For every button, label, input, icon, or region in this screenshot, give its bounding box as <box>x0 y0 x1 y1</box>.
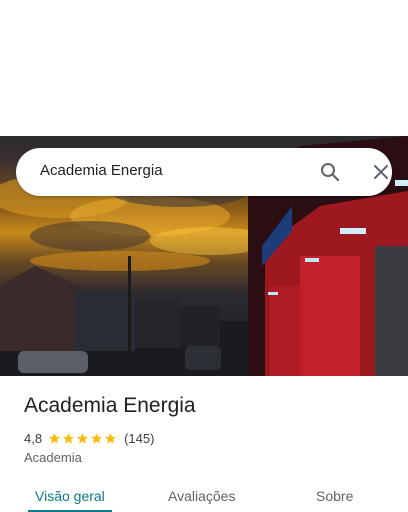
tab-about[interactable]: Sobre <box>316 488 353 504</box>
star-icon <box>63 432 74 444</box>
close-icon[interactable] <box>369 160 393 184</box>
search-input[interactable]: Academia Energia <box>40 162 163 179</box>
search-icon[interactable] <box>318 160 342 184</box>
rating-value: 4,8 <box>24 430 43 446</box>
star-icon <box>91 432 102 444</box>
star-icon <box>105 432 116 444</box>
rating-row[interactable]: 4,8 (145) <box>24 429 154 447</box>
rating-stars <box>48 432 118 445</box>
place-title: Academia Energia <box>24 394 196 417</box>
tab-overview[interactable]: Visão geral <box>35 488 105 504</box>
star-icon <box>77 432 88 444</box>
tab-bar: Visão geral Avaliações Sobre <box>0 478 408 512</box>
star-icon <box>49 432 60 444</box>
search-bar[interactable]: Academia Energia <box>16 148 392 196</box>
review-count[interactable]: (145) <box>124 431 154 446</box>
place-category: Academia <box>24 450 82 465</box>
tab-reviews[interactable]: Avaliações <box>168 488 235 504</box>
